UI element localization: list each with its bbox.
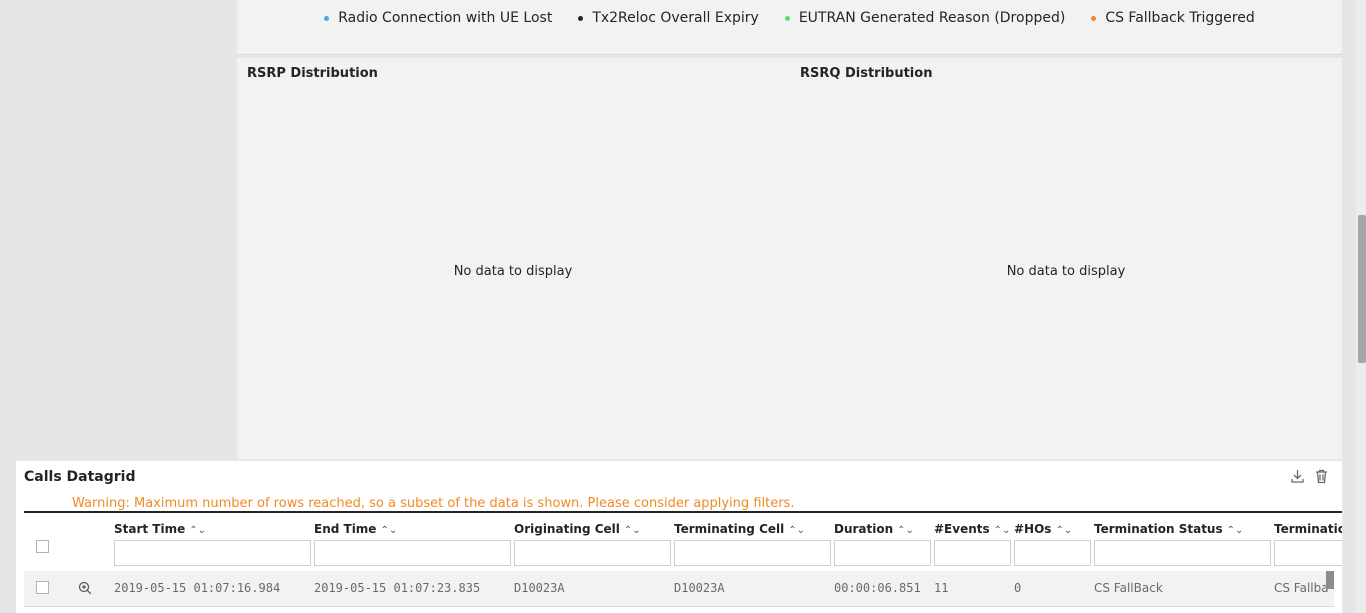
sort-icon[interactable]: ⌃⌄	[1227, 525, 1244, 536]
column-header-termination-status[interactable]: Termination Status ⌃⌄	[1094, 522, 1243, 536]
column-header-hos[interactable]: #HOs ⌃⌄	[1014, 522, 1072, 536]
legend-item-eutran-dropped[interactable]: EUTRAN Generated Reason (Dropped)	[784, 10, 1066, 26]
legend-label: CS Fallback Triggered	[1105, 10, 1255, 26]
legend-marker	[578, 15, 584, 21]
column-label: Originating Cell	[514, 522, 620, 536]
download-icon[interactable]	[1290, 469, 1305, 488]
filter-termination-cause[interactable]	[1274, 540, 1342, 566]
legend-marker	[784, 15, 790, 21]
sort-icon[interactable]: ⌃⌄	[897, 525, 914, 536]
sort-icon[interactable]: ⌃⌄	[994, 525, 1011, 536]
legend-marker	[1091, 15, 1097, 21]
filter-start-time[interactable]	[114, 540, 311, 566]
sort-icon[interactable]: ⌃⌄	[380, 525, 397, 536]
legend-label: Radio Connection with UE Lost	[338, 10, 553, 26]
row-checkbox[interactable]	[36, 581, 49, 594]
legend-item-radio-connection-lost[interactable]: Radio Connection with UE Lost	[324, 10, 552, 26]
rsrq-distribution-chart: RSRQ Distribution No data to display	[790, 58, 1342, 459]
filter-hos[interactable]	[1014, 540, 1091, 566]
filter-originating-cell[interactable]	[514, 540, 671, 566]
legend-marker	[324, 15, 330, 21]
chart-title: RSRP Distribution	[247, 66, 378, 81]
chart-legend: Radio Connection with UE Lost Tx2Reloc O…	[237, 10, 1342, 26]
legend-item-cs-fallback[interactable]: CS Fallback Triggered	[1091, 10, 1255, 26]
page-scrollbar-thumb[interactable]	[1358, 215, 1366, 363]
filter-terminating-cell[interactable]	[674, 540, 831, 566]
cell-terminating-cell: D10023A	[674, 581, 725, 595]
cell-duration: 00:00:06.851	[834, 581, 921, 595]
select-all-checkbox[interactable]	[36, 540, 49, 553]
cell-end-time: 2019-05-15 01:07:23.835	[314, 581, 481, 595]
empty-state-message: No data to display	[1006, 264, 1126, 279]
distribution-charts-panel: RSRP Distribution No data to display RSR…	[237, 58, 1342, 459]
filter-end-time[interactable]	[314, 540, 511, 566]
legend-label: Tx2Reloc Overall Expiry	[592, 10, 759, 26]
chart-title: RSRQ Distribution	[800, 66, 933, 81]
filter-duration[interactable]	[834, 540, 931, 566]
column-header-duration[interactable]: Duration ⌃⌄	[834, 522, 914, 536]
column-label: Termination Status	[1094, 522, 1223, 536]
sort-icon[interactable]: ⌃⌄	[624, 525, 641, 536]
legend-label: EUTRAN Generated Reason (Dropped)	[798, 10, 1066, 26]
column-label: Start Time	[114, 522, 186, 536]
column-label: Terminating Cell	[674, 522, 785, 536]
filter-events[interactable]	[934, 540, 1011, 566]
column-header-originating-cell[interactable]: Originating Cell ⌃⌄	[514, 522, 641, 536]
cell-termination-status: CS FallBack	[1094, 581, 1163, 595]
column-label: #HOs	[1014, 522, 1052, 536]
column-label: Terminatic	[1274, 522, 1342, 536]
cell-termination-cause: CS Fallba	[1274, 581, 1329, 595]
legend-item-tx2reloc-expiry[interactable]: Tx2Reloc Overall Expiry	[578, 10, 759, 26]
column-label: End Time	[314, 522, 377, 536]
chart-legend-panel: Radio Connection with UE Lost Tx2Reloc O…	[237, 0, 1342, 55]
cell-events: 11	[934, 581, 949, 595]
grid-scrollbar-thumb[interactable]	[1326, 571, 1334, 589]
cell-start-time: 2019-05-15 01:07:16.984	[114, 581, 281, 595]
sort-icon[interactable]: ⌃⌄	[189, 525, 206, 536]
sort-icon[interactable]: ⌃⌄	[1055, 525, 1072, 536]
column-header-termination-cause[interactable]: Terminatic	[1274, 522, 1342, 536]
trash-icon[interactable]	[1315, 469, 1328, 488]
column-header-end-time[interactable]: End Time ⌃⌄	[314, 522, 397, 536]
calls-datagrid: Calls Datagrid Warning: Maximum number o…	[16, 461, 1342, 613]
sort-icon[interactable]: ⌃⌄	[788, 525, 805, 536]
empty-state-message: No data to display	[453, 264, 573, 279]
cell-originating-cell: D10023A	[514, 581, 565, 595]
filter-termination-status[interactable]	[1094, 540, 1271, 566]
cell-hos: 0	[1014, 581, 1022, 595]
column-label: Duration	[834, 522, 894, 536]
column-header-events[interactable]: #Events ⌃⌄	[934, 522, 1010, 536]
column-label: #Events	[934, 522, 990, 536]
left-panel-background	[0, 0, 237, 460]
datagrid-actions	[1290, 469, 1328, 488]
zoom-in-icon[interactable]	[78, 581, 92, 599]
rsrp-distribution-chart: RSRP Distribution No data to display	[237, 58, 790, 459]
header-separator	[24, 511, 1342, 513]
datagrid-title: Calls Datagrid	[24, 469, 136, 485]
column-header-terminating-cell[interactable]: Terminating Cell ⌃⌄	[674, 522, 805, 536]
column-header-start-time[interactable]: Start Time ⌃⌄	[114, 522, 206, 536]
row-limit-warning: Warning: Maximum number of rows reached,…	[72, 496, 795, 511]
